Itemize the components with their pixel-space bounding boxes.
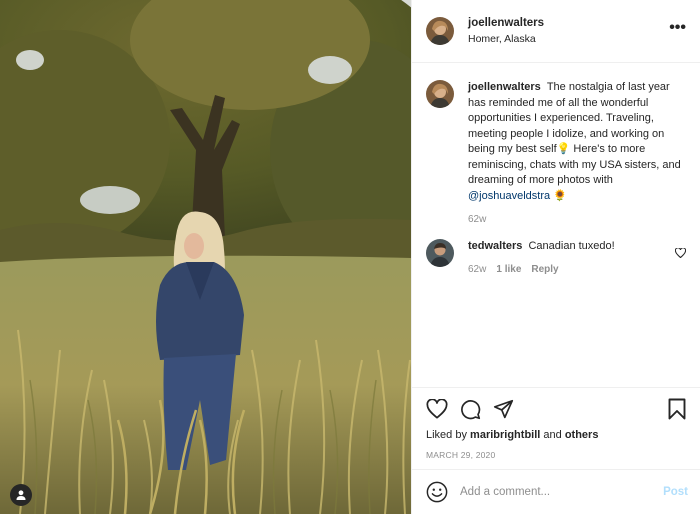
caption: joellenwalters The nostalgia of last yea… (426, 80, 686, 225)
avatar-image (426, 80, 454, 108)
mention-link[interactable]: @joshuaveldstra (468, 190, 550, 202)
share-icon[interactable] (493, 399, 514, 420)
liked-by-others[interactable]: others (565, 429, 599, 441)
avatar-image (426, 239, 454, 267)
caption-username[interactable]: joellenwalters (468, 81, 544, 93)
caption-body: joellenwalters The nostalgia of last yea… (468, 80, 686, 225)
post-side-panel: joellenwalters Homer, Alaska ••• joellen… (411, 0, 700, 514)
comment-text: tedwalters Canadian tuxedo! (468, 239, 686, 255)
comment-likes[interactable]: 1 like (496, 264, 521, 275)
comment-item: tedwalters Canadian tuxedo! 62w 1 like R… (426, 239, 687, 275)
comment-content: Canadian tuxedo! (528, 240, 615, 252)
lightbulb-emoji: 💡 (556, 143, 571, 155)
post-header: joellenwalters Homer, Alaska ••• (412, 0, 700, 63)
post-dialog: joellenwalters Homer, Alaska ••• joellen… (0, 0, 700, 514)
user-tag-icon (16, 490, 26, 500)
comment-body: tedwalters Canadian tuxedo! 62w 1 like R… (468, 239, 686, 275)
post-date[interactable]: MARCH 29, 2020 (426, 450, 686, 460)
reply-button[interactable]: Reply (531, 264, 558, 275)
author-username[interactable]: joellenwalters (468, 17, 544, 29)
header-text: joellenwalters Homer, Alaska (468, 17, 544, 45)
post-actions: Liked by maribrightbill and others MARCH… (412, 387, 700, 469)
like-icon[interactable] (426, 399, 448, 419)
comment-meta: 62w 1 like Reply (468, 264, 686, 275)
user-tag-button[interactable] (10, 484, 32, 506)
caption-text: joellenwalters The nostalgia of last yea… (468, 80, 686, 204)
post-comment-button[interactable]: Post (663, 486, 688, 498)
more-options-icon[interactable]: ••• (669, 20, 686, 36)
add-comment-bar: Post (412, 469, 700, 514)
comment-like-icon[interactable] (674, 247, 687, 261)
avatar-image (426, 17, 454, 45)
comment-username[interactable]: tedwalters (468, 240, 525, 252)
comment-icon[interactable] (460, 399, 481, 420)
comment-input[interactable] (460, 486, 664, 498)
emoji-icon[interactable] (426, 481, 448, 503)
liked-by-and: and (543, 429, 562, 441)
photo-image (0, 0, 411, 514)
caption-age[interactable]: 62w (468, 214, 486, 225)
liked-by-user[interactable]: maribrightbill (470, 429, 540, 441)
action-bar (426, 388, 686, 430)
post-photo[interactable] (0, 0, 411, 514)
likes-summary: Liked by maribrightbill and others (426, 429, 686, 441)
commenter-avatar[interactable] (426, 239, 454, 267)
caption-meta: 62w (468, 214, 686, 225)
comment-age[interactable]: 62w (468, 264, 486, 275)
author-avatar[interactable] (426, 17, 454, 45)
caption-avatar[interactable] (426, 80, 454, 108)
save-icon[interactable] (668, 398, 686, 423)
post-location[interactable]: Homer, Alaska (468, 33, 544, 45)
comments-list: joellenwalters The nostalgia of last yea… (412, 64, 700, 387)
liked-by-prefix: Liked by (426, 429, 467, 441)
sunflower-emoji: 🌻 (553, 189, 567, 202)
